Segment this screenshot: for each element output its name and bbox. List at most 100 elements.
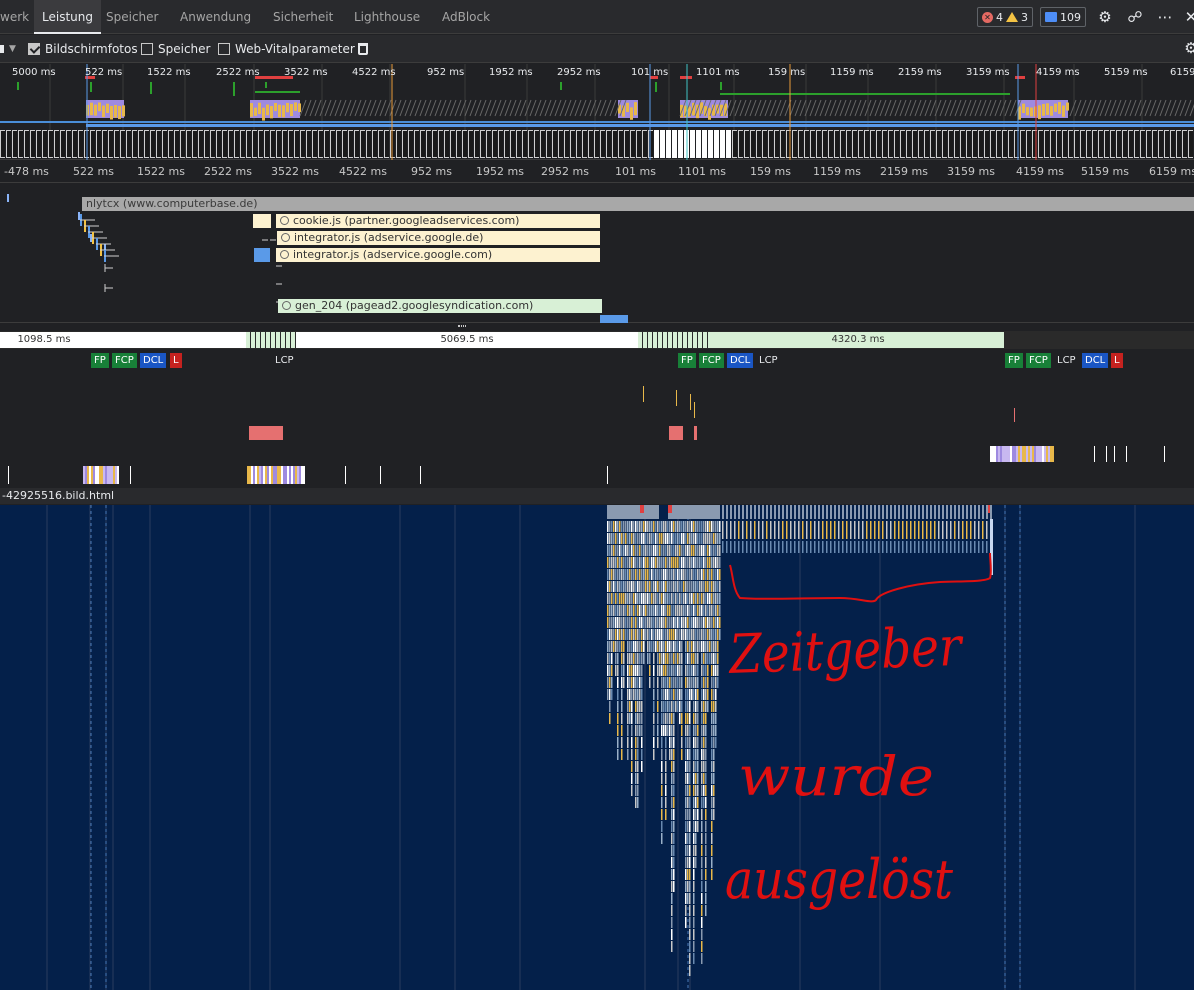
frame-segment[interactable] [281, 332, 285, 348]
resize-handle[interactable] [456, 323, 468, 329]
timing-load[interactable]: L [170, 353, 182, 368]
timer-call [954, 521, 956, 539]
idle-hatch [1129, 99, 1137, 117]
timer-call [726, 505, 728, 519]
timer-call [922, 541, 924, 553]
overview-ruler-label: 5000 ms [12, 67, 56, 78]
flame-call [621, 617, 623, 628]
screenshot-border [762, 130, 763, 158]
frame-segment[interactable] [638, 332, 642, 348]
timing-fp[interactable]: FP [91, 353, 109, 368]
tab-network[interactable]: werk [0, 0, 29, 34]
timing-fcp[interactable]: FCP [112, 353, 137, 368]
tab-memory[interactable]: Speicher [106, 0, 158, 34]
issues-counter[interactable]: ✕ 4 3 [977, 7, 1033, 27]
network-request-page[interactable]: nlytcx (www.computerbase.de) [82, 197, 1194, 211]
frame-segment[interactable]: 1098.5 ms [0, 332, 88, 348]
frame-segment[interactable] [658, 332, 662, 348]
timer-call [954, 541, 956, 553]
capture-settings-gear-icon[interactable]: ⚙ [1182, 39, 1194, 57]
network-request-cookie-js[interactable]: cookie.js (partner.googleadservices.com) [276, 214, 600, 228]
frame-segment[interactable]: 4320.3 ms [712, 332, 1004, 348]
flame-call [699, 533, 701, 544]
timing-dcl[interactable]: DCL [1082, 353, 1109, 368]
flame-call [641, 737, 643, 748]
close-icon[interactable]: ✕ [1182, 8, 1194, 26]
frame-segment[interactable] [256, 332, 260, 348]
network-request-integrator-com[interactable]: integrator.js (adservice.google.com) [276, 248, 600, 262]
clear-button[interactable] [358, 41, 368, 57]
frame-segment[interactable] [688, 332, 692, 348]
tab-security[interactable]: Sicherheit [273, 0, 333, 34]
flame-call [673, 749, 675, 760]
main-ruler-label: 2952 ms [541, 165, 589, 178]
frame-segment[interactable] [648, 332, 652, 348]
web-vitals-toggle[interactable]: Web-Vitalparameter [218, 41, 355, 57]
timing-load[interactable]: L [1111, 353, 1123, 368]
screenshots-checkbox[interactable] [28, 43, 40, 55]
frame-segment[interactable] [683, 332, 687, 348]
tab-adblock[interactable]: AdBlock [442, 0, 490, 34]
record-dropdown[interactable]: ▼ [0, 41, 16, 57]
frame-segment[interactable] [668, 332, 672, 348]
tab-lighthouse[interactable]: Lighthouse [354, 0, 420, 34]
timer-call [930, 541, 932, 553]
messages-counter[interactable]: 109 [1040, 7, 1086, 27]
frame-segment[interactable] [286, 332, 290, 348]
frame-segment[interactable] [673, 332, 677, 348]
timing-dcl[interactable]: DCL [727, 353, 754, 368]
frame-segment[interactable] [276, 332, 280, 348]
tab-application[interactable]: Anwendung [180, 0, 251, 34]
flame-call [701, 809, 703, 820]
screenshot-border [846, 130, 847, 158]
frame-segment[interactable] [693, 332, 697, 348]
flame-call [665, 605, 667, 616]
frame-segment[interactable] [708, 332, 712, 348]
flame-call [629, 641, 631, 652]
timing-lcp[interactable]: LCP [756, 353, 781, 368]
frame-segment[interactable] [653, 332, 657, 348]
memory-checkbox[interactable] [141, 43, 153, 55]
feedback-icon[interactable]: ☍ [1126, 8, 1144, 26]
frame-segment[interactable] [88, 332, 246, 348]
frame-segment[interactable] [251, 332, 255, 348]
timeline-overview[interactable]: 5000 ms 522 ms 1522 ms 2522 ms 3522 ms 4522 m… [0, 64, 1194, 160]
network-request-gen204[interactable]: gen_204 (pagead2.googlesyndication.com) [278, 299, 602, 313]
frame-segment[interactable] [663, 332, 667, 348]
timing-fp[interactable]: FP [1005, 353, 1023, 368]
main-thread-header[interactable]: -42925516.bild.html [0, 488, 1194, 504]
timing-fcp[interactable]: FCP [1026, 353, 1051, 368]
more-options-icon[interactable]: ⋯ [1156, 8, 1174, 26]
timing-lcp[interactable]: LCP [272, 353, 297, 368]
idle-hatch [904, 99, 912, 117]
network-request-integrator-de[interactable]: integrator.js (adservice.google.de) [277, 231, 600, 245]
timing-fp[interactable]: FP [678, 353, 696, 368]
frame-segment[interactable] [261, 332, 265, 348]
flame-call [673, 845, 675, 856]
screenshots-toggle[interactable]: Bildschirmfotos [28, 41, 138, 57]
flame-call [715, 521, 717, 532]
flame-call [663, 701, 665, 712]
gear-icon[interactable]: ⚙ [1096, 8, 1114, 26]
timing-fcp[interactable]: FCP [699, 353, 724, 368]
frame-segment[interactable] [678, 332, 682, 348]
frame-segment[interactable] [246, 332, 250, 348]
timing-lcp[interactable]: LCP [1054, 353, 1079, 368]
tab-performance[interactable]: Leistung [34, 0, 101, 34]
flame-call [719, 593, 721, 604]
flame-call [709, 641, 711, 652]
frame-segment[interactable]: 5069.5 ms [296, 332, 638, 348]
frame-segment[interactable] [266, 332, 270, 348]
timer-call [826, 505, 828, 519]
main-flame-chart[interactable]: Zeitgeber wurde ausgelöst [0, 505, 1194, 990]
flame-call [659, 617, 661, 628]
frame-segment[interactable] [291, 332, 295, 348]
frame-segment[interactable] [698, 332, 702, 348]
frame-segment[interactable] [271, 332, 275, 348]
frame-segment[interactable] [643, 332, 647, 348]
frame-segment[interactable] [703, 332, 707, 348]
timing-dcl[interactable]: DCL [140, 353, 167, 368]
web-vitals-checkbox[interactable] [218, 43, 230, 55]
memory-toggle[interactable]: Speicher [141, 41, 210, 57]
thread-task [99, 466, 101, 484]
